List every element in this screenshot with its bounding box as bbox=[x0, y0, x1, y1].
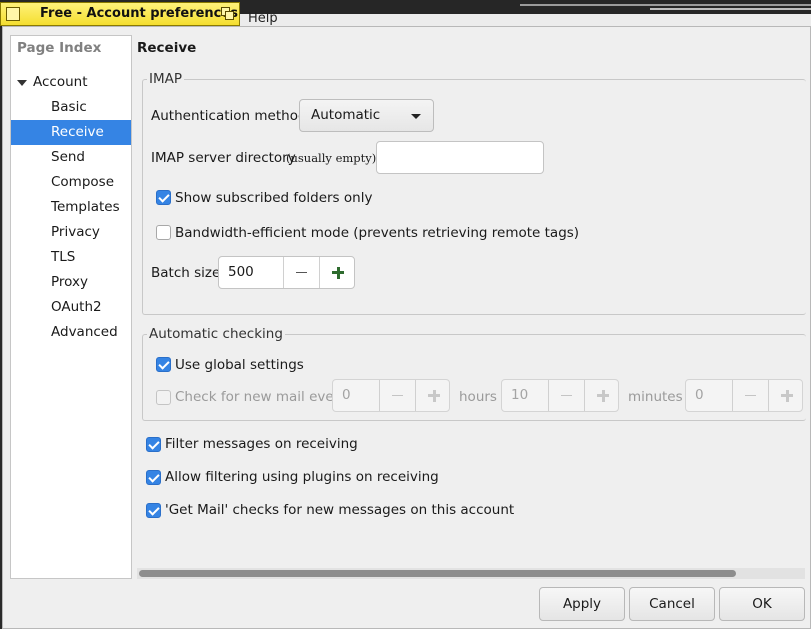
increment-icon[interactable] bbox=[415, 380, 451, 411]
decrement-icon[interactable] bbox=[732, 380, 768, 411]
tree-item-advanced[interactable]: Advanced bbox=[11, 320, 131, 345]
hours-label: hours bbox=[459, 389, 497, 405]
filter-messages-label[interactable]: Filter messages on receiving bbox=[165, 436, 358, 452]
get-mail-label[interactable]: 'Get Mail' checks for new messages on th… bbox=[165, 502, 514, 518]
decrement-icon[interactable] bbox=[379, 380, 415, 411]
decrement-icon[interactable] bbox=[283, 257, 319, 288]
window-menu-icon[interactable] bbox=[6, 7, 20, 21]
auto-check-group: Automatic checking Use global settings C… bbox=[142, 326, 806, 421]
increment-icon[interactable] bbox=[584, 380, 620, 411]
check-mail-checkbox[interactable] bbox=[156, 390, 171, 405]
get-mail-checkbox[interactable] bbox=[146, 503, 161, 518]
tree-item-templates[interactable]: Templates bbox=[11, 195, 131, 220]
ok-button[interactable]: OK bbox=[719, 587, 805, 621]
tree-item-proxy[interactable]: Proxy bbox=[11, 270, 131, 295]
imap-legend: IMAP bbox=[147, 71, 185, 87]
global-settings-checkbox[interactable] bbox=[156, 357, 171, 372]
tree-item-account[interactable]: Account bbox=[11, 70, 131, 95]
tree-item-privacy[interactable]: Privacy bbox=[11, 220, 131, 245]
imap-group: IMAP Authentication method Automatic IMA… bbox=[142, 71, 806, 315]
expand-arrow-icon[interactable] bbox=[17, 80, 27, 86]
hours-spinner[interactable]: 10 bbox=[501, 379, 619, 412]
subscribed-label[interactable]: Show subscribed folders only bbox=[175, 190, 372, 206]
bandwidth-label[interactable]: Bandwidth-efficient mode (prevents retri… bbox=[175, 225, 579, 241]
batch-size-label: Batch size bbox=[151, 265, 221, 281]
tree-item-send[interactable]: Send bbox=[11, 145, 131, 170]
bandwidth-checkbox[interactable] bbox=[156, 225, 171, 240]
imap-dir-label: IMAP server directory bbox=[151, 150, 296, 166]
plugin-filtering-label[interactable]: Allow filtering using plugins on receivi… bbox=[165, 469, 439, 485]
filter-messages-checkbox[interactable] bbox=[146, 437, 161, 452]
window-title: Free - Account preferences bbox=[40, 6, 238, 21]
tree-item-basic[interactable]: Basic bbox=[11, 95, 131, 120]
cancel-button[interactable]: Cancel bbox=[629, 587, 715, 621]
background-menu-help[interactable]: Help bbox=[248, 11, 278, 26]
increment-icon[interactable] bbox=[768, 380, 804, 411]
increment-icon[interactable] bbox=[319, 257, 355, 288]
decrement-icon[interactable] bbox=[548, 380, 584, 411]
tree-item-oauth2[interactable]: OAuth2 bbox=[11, 295, 131, 320]
tree-item-receive[interactable]: Receive bbox=[11, 120, 131, 145]
apply-button[interactable]: Apply bbox=[539, 587, 625, 621]
tree-item-compose[interactable]: Compose bbox=[11, 170, 131, 195]
imap-dir-hint: (usually empty) bbox=[286, 151, 377, 165]
restore-icon[interactable] bbox=[221, 7, 235, 21]
imap-dir-input[interactable] bbox=[376, 141, 544, 174]
auth-method-select[interactable]: Automatic bbox=[299, 99, 434, 132]
days-spinner[interactable]: 0 bbox=[332, 379, 450, 412]
auth-method-label: Authentication method bbox=[151, 108, 307, 124]
chevron-down-icon bbox=[411, 114, 421, 119]
page-index-tree: Page Index Account Basic Receive Send Co… bbox=[10, 35, 132, 579]
page-index-header: Page Index bbox=[17, 40, 102, 56]
horizontal-scrollbar[interactable] bbox=[137, 568, 805, 579]
plugin-filtering-checkbox[interactable] bbox=[146, 470, 161, 485]
check-mail-label[interactable]: Check for new mail every bbox=[175, 389, 347, 405]
minutes-spinner[interactable]: 0 bbox=[685, 379, 803, 412]
scrollbar-thumb[interactable] bbox=[139, 570, 736, 577]
window-titlebar[interactable]: Free - Account preferences bbox=[0, 2, 240, 26]
global-settings-label[interactable]: Use global settings bbox=[175, 357, 304, 373]
batch-size-spinner[interactable]: 500 bbox=[218, 256, 355, 289]
receive-page: Receive IMAP Authentication method Autom… bbox=[137, 35, 806, 573]
subscribed-checkbox[interactable] bbox=[156, 190, 171, 205]
background-line bbox=[650, 8, 811, 10]
page-title: Receive bbox=[137, 40, 197, 56]
tree-item-tls[interactable]: TLS bbox=[11, 245, 131, 270]
minutes-label: minutes bbox=[628, 389, 683, 405]
preferences-window: Page Index Account Basic Receive Send Co… bbox=[2, 26, 811, 629]
auto-check-legend: Automatic checking bbox=[147, 326, 285, 342]
background-line bbox=[520, 4, 811, 6]
